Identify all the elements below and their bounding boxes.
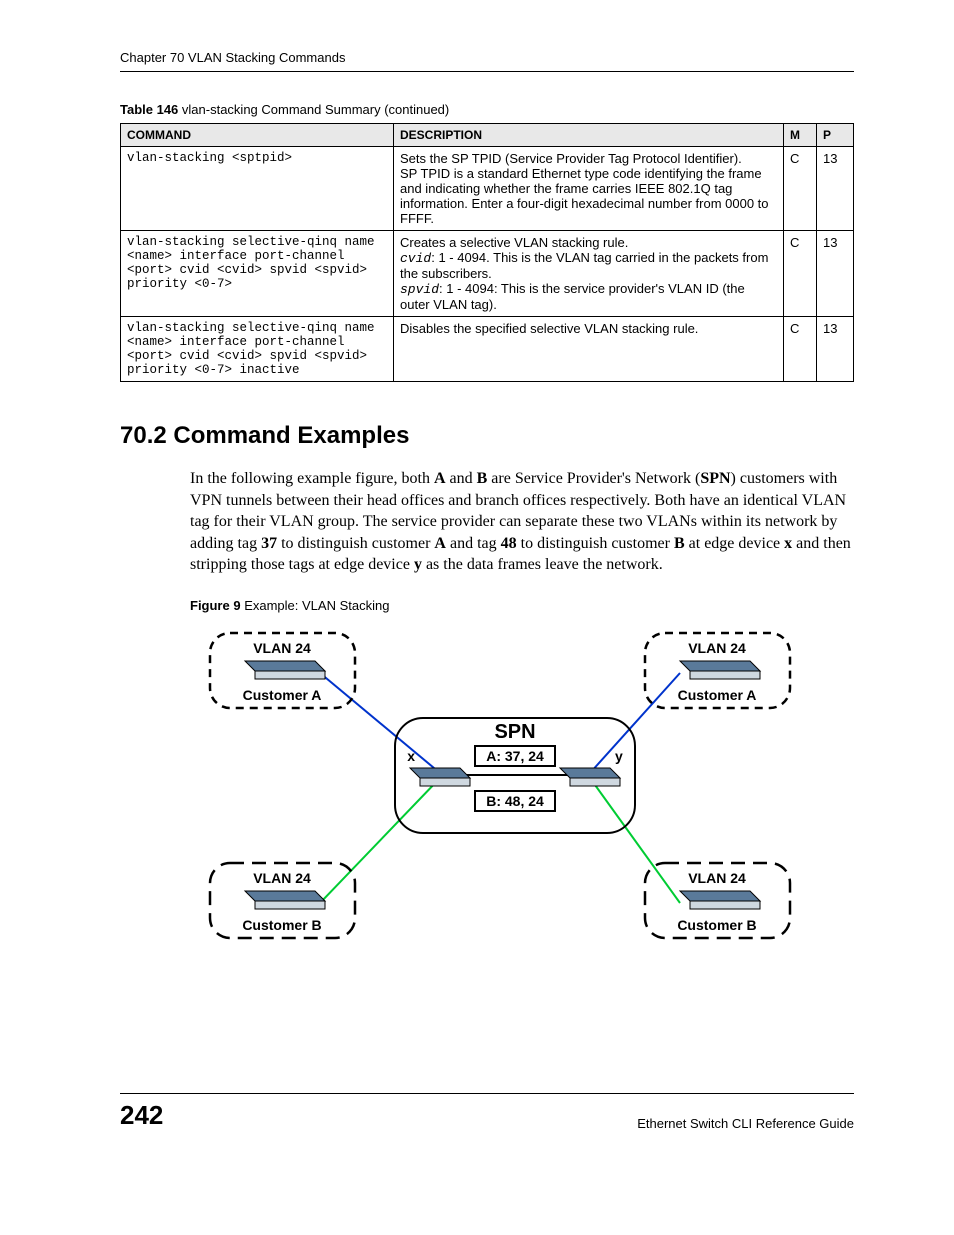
page-footer: 242 Ethernet Switch CLI Reference Guide	[120, 1093, 854, 1131]
cmd-cell: vlan-stacking <sptpid>	[121, 147, 394, 231]
vlan24-label-tl: VLAN 24	[253, 640, 311, 656]
cmd-text: vlan-stacking <sptpid>	[127, 151, 292, 165]
page: Chapter 70 VLAN Stacking Commands Table …	[0, 0, 954, 1171]
p-bold: y	[414, 556, 422, 573]
vlan24-label-bl: VLAN 24	[253, 870, 311, 886]
section-paragraph: In the following example figure, both A …	[190, 468, 854, 576]
desc-line: Sets the SP TPID (Service Provider Tag P…	[400, 151, 742, 166]
figure-caption: Figure 9 Example: VLAN Stacking	[190, 598, 854, 613]
switch-icon	[245, 661, 325, 679]
p-text: are Service Provider's Network (	[487, 470, 700, 487]
p-cell: 13	[817, 317, 854, 382]
table-row: vlan-stacking selective-qinq name <name>…	[121, 231, 854, 317]
th-m: M	[784, 124, 817, 147]
cmd-cell: vlan-stacking selective-qinq name <name>…	[121, 317, 394, 382]
a-tag-label: A: 37, 24	[486, 748, 544, 764]
m-cell: C	[784, 231, 817, 317]
p-cell: 13	[817, 231, 854, 317]
p-bold: x	[784, 535, 792, 552]
customer-a-label-tl: Customer A	[243, 687, 322, 703]
cmd-cell: vlan-stacking selective-qinq name <name>…	[121, 231, 394, 317]
desc-val: : 1 - 4094: This is the service provider…	[400, 281, 745, 312]
figure-diagram: SPN x y A: 37, 24 B: 48, 24 VLAN 24	[190, 623, 810, 953]
customer-b-label-br: Customer B	[677, 917, 756, 933]
table-caption-bold: Table 146	[120, 102, 178, 117]
p-text: as the data frames leave the network.	[422, 556, 663, 573]
footer-title: Ethernet Switch CLI Reference Guide	[637, 1116, 854, 1131]
desc-line: SP TPID is a standard Ethernet type code…	[400, 166, 769, 226]
p-bold: A	[434, 535, 446, 552]
vlan24-label-tr: VLAN 24	[688, 640, 746, 656]
th-p: P	[817, 124, 854, 147]
spn-label: SPN	[494, 721, 535, 743]
header-rule	[120, 71, 854, 72]
p-bold: 37	[261, 535, 277, 552]
desc-cell: Sets the SP TPID (Service Provider Tag P…	[394, 147, 784, 231]
m-cell: C	[784, 317, 817, 382]
desc-key: spvid	[400, 282, 439, 297]
p-cell: 13	[817, 147, 854, 231]
switch-x-icon	[410, 768, 470, 786]
p-bold: 48	[501, 535, 517, 552]
chapter-header: Chapter 70 VLAN Stacking Commands	[120, 50, 854, 65]
desc-cell: Creates a selective VLAN stacking rule. …	[394, 231, 784, 317]
y-label: y	[615, 748, 623, 764]
p-text: to distinguish customer	[517, 535, 674, 552]
link-blue-left	[320, 673, 440, 773]
p-text: to distinguish customer	[277, 535, 434, 552]
command-table: COMMAND DESCRIPTION M P vlan-stacking <s…	[120, 123, 854, 382]
cmd-text: vlan-stacking selective-qinq name <name>…	[127, 321, 375, 377]
p-text: and	[446, 470, 477, 487]
link-green-left	[320, 778, 440, 903]
m-cell: C	[784, 147, 817, 231]
table-row: vlan-stacking selective-qinq name <name>…	[121, 317, 854, 382]
p-bold: B	[674, 535, 685, 552]
p-bold: B	[477, 470, 488, 487]
switch-icon	[680, 661, 760, 679]
page-number: 242	[120, 1100, 163, 1131]
cmd-text: vlan-stacking selective-qinq name <name>…	[127, 235, 375, 291]
table-caption: Table 146 vlan-stacking Command Summary …	[120, 102, 854, 117]
customer-b-label-bl: Customer B	[242, 917, 321, 933]
switch-icon	[680, 891, 760, 909]
table-header-row: COMMAND DESCRIPTION M P	[121, 124, 854, 147]
switch-icon	[245, 891, 325, 909]
x-label: x	[407, 748, 415, 764]
customer-a-label-tr: Customer A	[678, 687, 757, 703]
b-tag-label: B: 48, 24	[486, 793, 544, 809]
switch-y-icon	[560, 768, 620, 786]
p-bold: SPN	[700, 470, 730, 487]
p-text: In the following example figure, both	[190, 470, 434, 487]
desc-key: cvid	[400, 251, 431, 266]
figure-caption-bold: Figure 9	[190, 598, 241, 613]
desc-line: Disables the specified selective VLAN st…	[400, 321, 698, 336]
desc-line: Creates a selective VLAN stacking rule.	[400, 235, 628, 250]
p-bold: A	[434, 470, 446, 487]
p-text: at edge device	[685, 535, 785, 552]
desc-cell: Disables the specified selective VLAN st…	[394, 317, 784, 382]
vlan24-label-br: VLAN 24	[688, 870, 746, 886]
vlan-stacking-diagram: SPN x y A: 37, 24 B: 48, 24 VLAN 24	[190, 623, 810, 953]
section-heading: 70.2 Command Examples	[120, 422, 854, 450]
p-text: and tag	[446, 535, 501, 552]
table-caption-rest: vlan-stacking Command Summary (continued…	[178, 102, 449, 117]
th-command: COMMAND	[121, 124, 394, 147]
figure-caption-rest: Example: VLAN Stacking	[241, 598, 390, 613]
desc-val: : 1 - 4094. This is the VLAN tag carried…	[400, 250, 768, 281]
th-description: DESCRIPTION	[394, 124, 784, 147]
table-row: vlan-stacking <sptpid> Sets the SP TPID …	[121, 147, 854, 231]
